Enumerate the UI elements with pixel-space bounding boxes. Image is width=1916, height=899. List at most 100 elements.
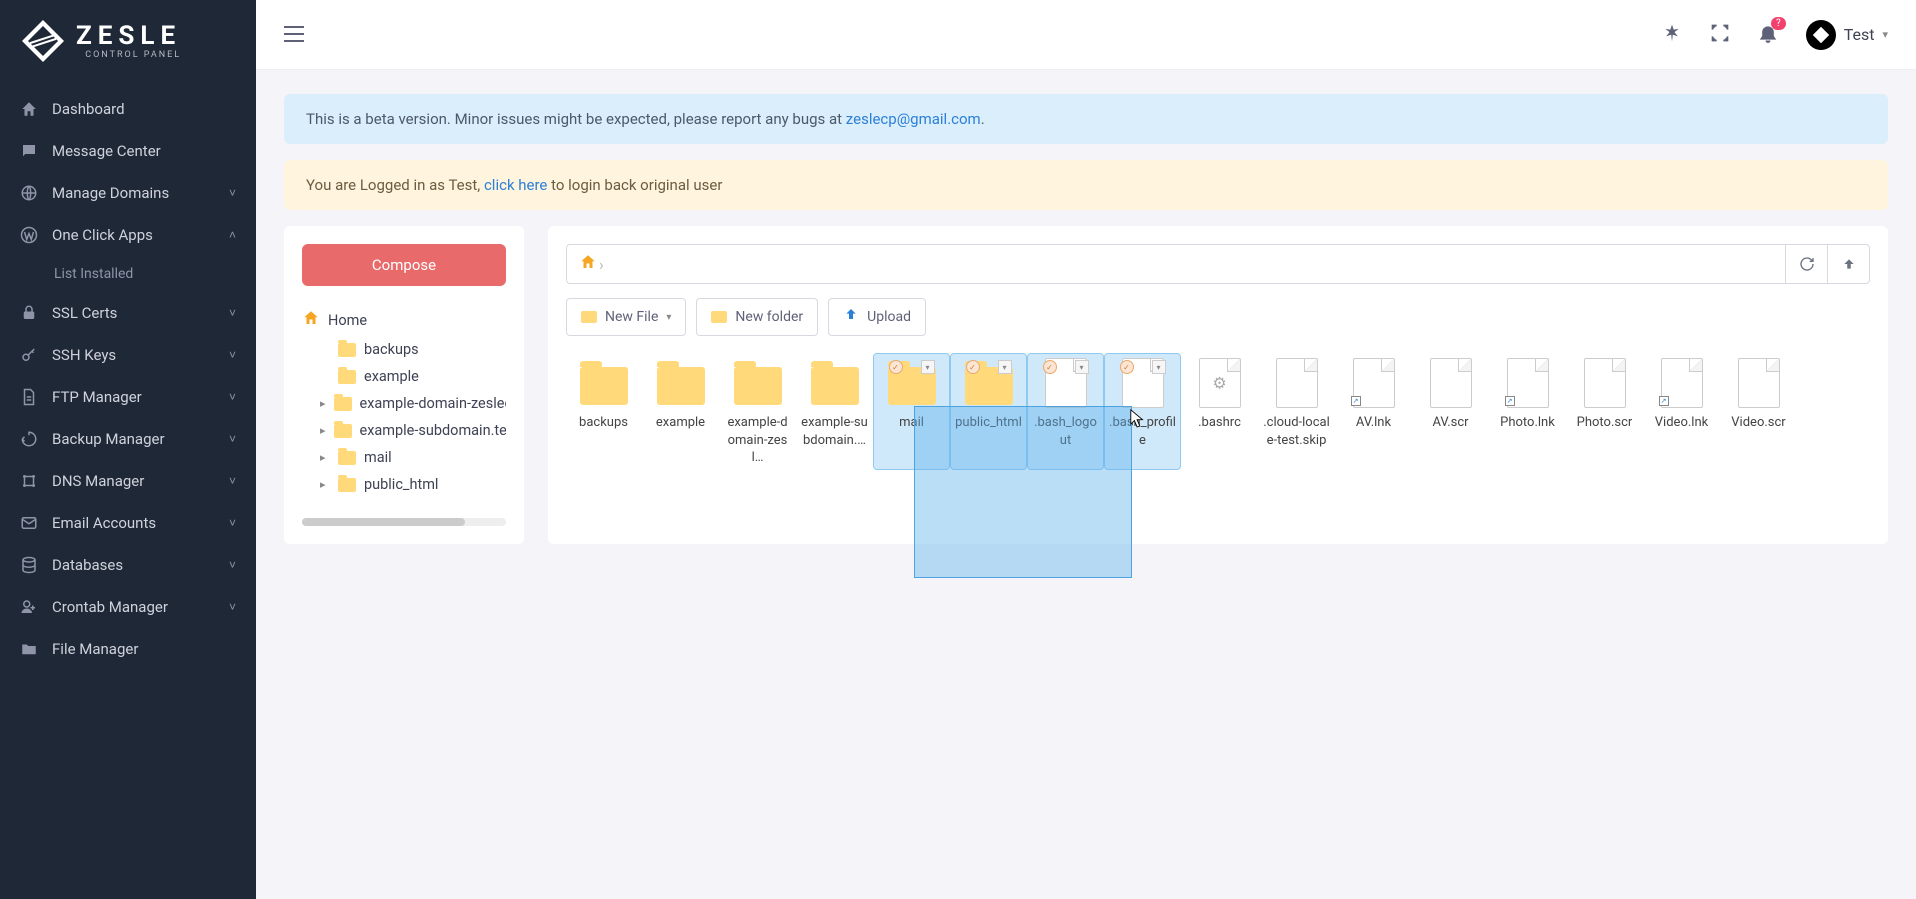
sidebar-item-dashboard[interactable]: Dashboard — [0, 88, 256, 130]
dropdown-corner[interactable]: ▾ — [998, 360, 1012, 374]
alert-text: This is a beta version. Minor issues mig… — [306, 110, 846, 128]
compose-button[interactable]: Compose — [302, 244, 506, 286]
sidebar-item-dns-manager[interactable]: DNS Manager˅ — [0, 460, 256, 502]
sidebar-item-label: One Click Apps — [52, 226, 153, 244]
sidebar-item-label: DNS Manager — [52, 472, 144, 490]
file-icon — [1276, 358, 1318, 408]
sidebar-item-label: Manage Domains — [52, 184, 169, 202]
chevron-down-icon: ˅ — [229, 558, 236, 572]
sidebar-subitem[interactable]: List Installed — [0, 256, 256, 292]
file-icon — [1584, 358, 1626, 408]
folder-icon — [734, 367, 782, 405]
tree-home[interactable]: Home — [302, 304, 506, 336]
chevron-down-icon: ˅ — [229, 390, 236, 404]
main-column: ? Test ▾ This is a beta version. Minor i… — [256, 0, 1916, 899]
sidebar-item-one-click-apps[interactable]: One Click Apps˄ — [0, 214, 256, 256]
sidebar-item-label: Message Center — [52, 142, 161, 160]
sidebar-item-databases[interactable]: Databases ˅ — [0, 544, 256, 586]
tree-scrollbar[interactable] — [302, 518, 506, 526]
file-item[interactable]: example — [643, 354, 718, 469]
tree-item[interactable]: example — [320, 363, 506, 390]
new-folder-button[interactable]: New folder — [696, 298, 818, 336]
dropdown-corner[interactable]: ▾ — [921, 360, 935, 374]
tree-label: mail — [364, 449, 392, 466]
sidebar-item-email-accounts[interactable]: Email Accounts˅ — [0, 502, 256, 544]
file-label: mail — [899, 414, 924, 432]
file-label: example — [656, 414, 705, 432]
sidebar-item-label: SSH Keys — [52, 346, 116, 364]
up-button[interactable] — [1828, 244, 1870, 284]
file-item[interactable]: ↗ Video.lnk — [1644, 354, 1719, 469]
check-badge: ✓ — [889, 360, 903, 374]
sidebar-item-file-manager[interactable]: File Manager — [0, 628, 256, 670]
alert-email-link[interactable]: zeslecp@gmail.com — [846, 110, 981, 128]
new-file-button[interactable]: New File▾ — [566, 298, 686, 336]
folder-icon — [338, 370, 356, 384]
refresh-button[interactable] — [1786, 244, 1828, 284]
expand-icon: ▸ — [320, 478, 330, 491]
check-badge: ✓ — [1043, 360, 1057, 374]
file-item[interactable]: .cloud-locale-test.skip — [1259, 354, 1334, 469]
file-item[interactable]: example-domain-zesl… — [720, 354, 795, 469]
sidebar-item-crontab-manager[interactable]: Crontab Manager˅ — [0, 586, 256, 628]
menu-toggle-icon[interactable] — [284, 23, 304, 47]
file-item[interactable]: AV.scr — [1413, 354, 1488, 469]
file-tree-panel: Compose Home backupsexample▸example-doma… — [284, 226, 524, 544]
upload-button[interactable]: Upload — [828, 298, 926, 336]
sidebar-item-label: FTP Manager — [52, 388, 142, 406]
check-badge: ✓ — [1120, 360, 1134, 374]
file-label: .cloud-locale-test.skip — [1263, 414, 1330, 449]
file-item[interactable]: Photo.scr — [1567, 354, 1642, 469]
tree-label: Home — [328, 312, 367, 329]
sidebar-item-label: Databases — [52, 556, 123, 574]
sidebar-item-ssl-certs[interactable]: SSL Certs˅ — [0, 292, 256, 334]
sidebar-item-message-center[interactable]: Message Center — [0, 130, 256, 172]
tree-item[interactable]: backups — [320, 336, 506, 363]
path-bar[interactable]: › — [566, 244, 1786, 284]
dropdown-corner[interactable]: ▾ — [1075, 360, 1089, 374]
file-item[interactable]: backups — [566, 354, 641, 469]
dropdown-corner[interactable]: ▾ — [1152, 360, 1166, 374]
content: This is a beta version. Minor issues mig… — [256, 70, 1916, 899]
sidebar-item-label: File Manager — [52, 640, 138, 658]
file-item[interactable]: example-subdomain.… — [797, 354, 872, 469]
file-item[interactable]: .bashrc — [1182, 354, 1257, 469]
tree-item[interactable]: ▸example-domain-zeslecp — [320, 390, 506, 417]
alert-login-link[interactable]: click here — [484, 176, 547, 194]
file-item[interactable]: ▾✓public_html — [951, 354, 1026, 469]
sidebar-item-ssh-keys[interactable]: SSH Keys ˅ — [0, 334, 256, 376]
chevron-down-icon: ▾ — [1882, 28, 1888, 41]
chevron-down-icon: ˅ — [229, 348, 236, 362]
sidebar-item-label: Crontab Manager — [52, 598, 168, 616]
file-item[interactable]: ↗AV.lnk — [1336, 354, 1411, 469]
cron-icon — [20, 598, 38, 616]
file-label: .bash_logout — [1032, 414, 1099, 449]
file-item[interactable]: ↗Photo.lnk — [1490, 354, 1565, 469]
lock-icon — [20, 304, 38, 322]
file-item[interactable]: ▾ ✓ mail — [874, 354, 949, 469]
sidebar-item-ftp-manager[interactable]: FTP Manager ˅ — [0, 376, 256, 418]
file-item[interactable]: ▾✓.bash_profile — [1105, 354, 1180, 469]
sidebar-item-manage-domains[interactable]: Manage Domains ˅ — [0, 172, 256, 214]
leaf-icon[interactable] — [1662, 23, 1682, 47]
user-menu[interactable]: Test ▾ — [1806, 20, 1888, 50]
sidebar-item-backup-manager[interactable]: Backup Manager˅ — [0, 418, 256, 460]
files-grid[interactable]: backups example example-domain-zesl…exampl… — [566, 354, 1870, 469]
fullscreen-icon[interactable] — [1710, 23, 1730, 47]
database-icon — [20, 556, 38, 574]
file-item[interactable]: ▾ ✓ .bash_logout — [1028, 354, 1103, 469]
tree-item[interactable]: ▸mail — [320, 444, 506, 471]
file-grid-panel: › New File▾ New folder Upload backups exa… — [548, 226, 1888, 544]
file-item[interactable]: Video.scr — [1721, 354, 1796, 469]
sidebar-item-label: Email Accounts — [52, 514, 156, 532]
mail-icon — [20, 514, 38, 532]
shortcut-badge: ↗ — [1659, 396, 1669, 406]
tree-item[interactable]: ▸example-subdomain.test — [320, 417, 506, 444]
chevron-down-icon: ▾ — [666, 312, 671, 323]
tree-item[interactable]: ▸public_html — [320, 471, 506, 498]
file-label: Video.lnk — [1655, 414, 1708, 432]
history-icon — [20, 430, 38, 448]
chevron-down-icon: ˅ — [229, 186, 236, 200]
brand-subtitle: CONTROL PANEL — [76, 51, 181, 60]
notification-icon[interactable]: ? — [1758, 23, 1778, 47]
